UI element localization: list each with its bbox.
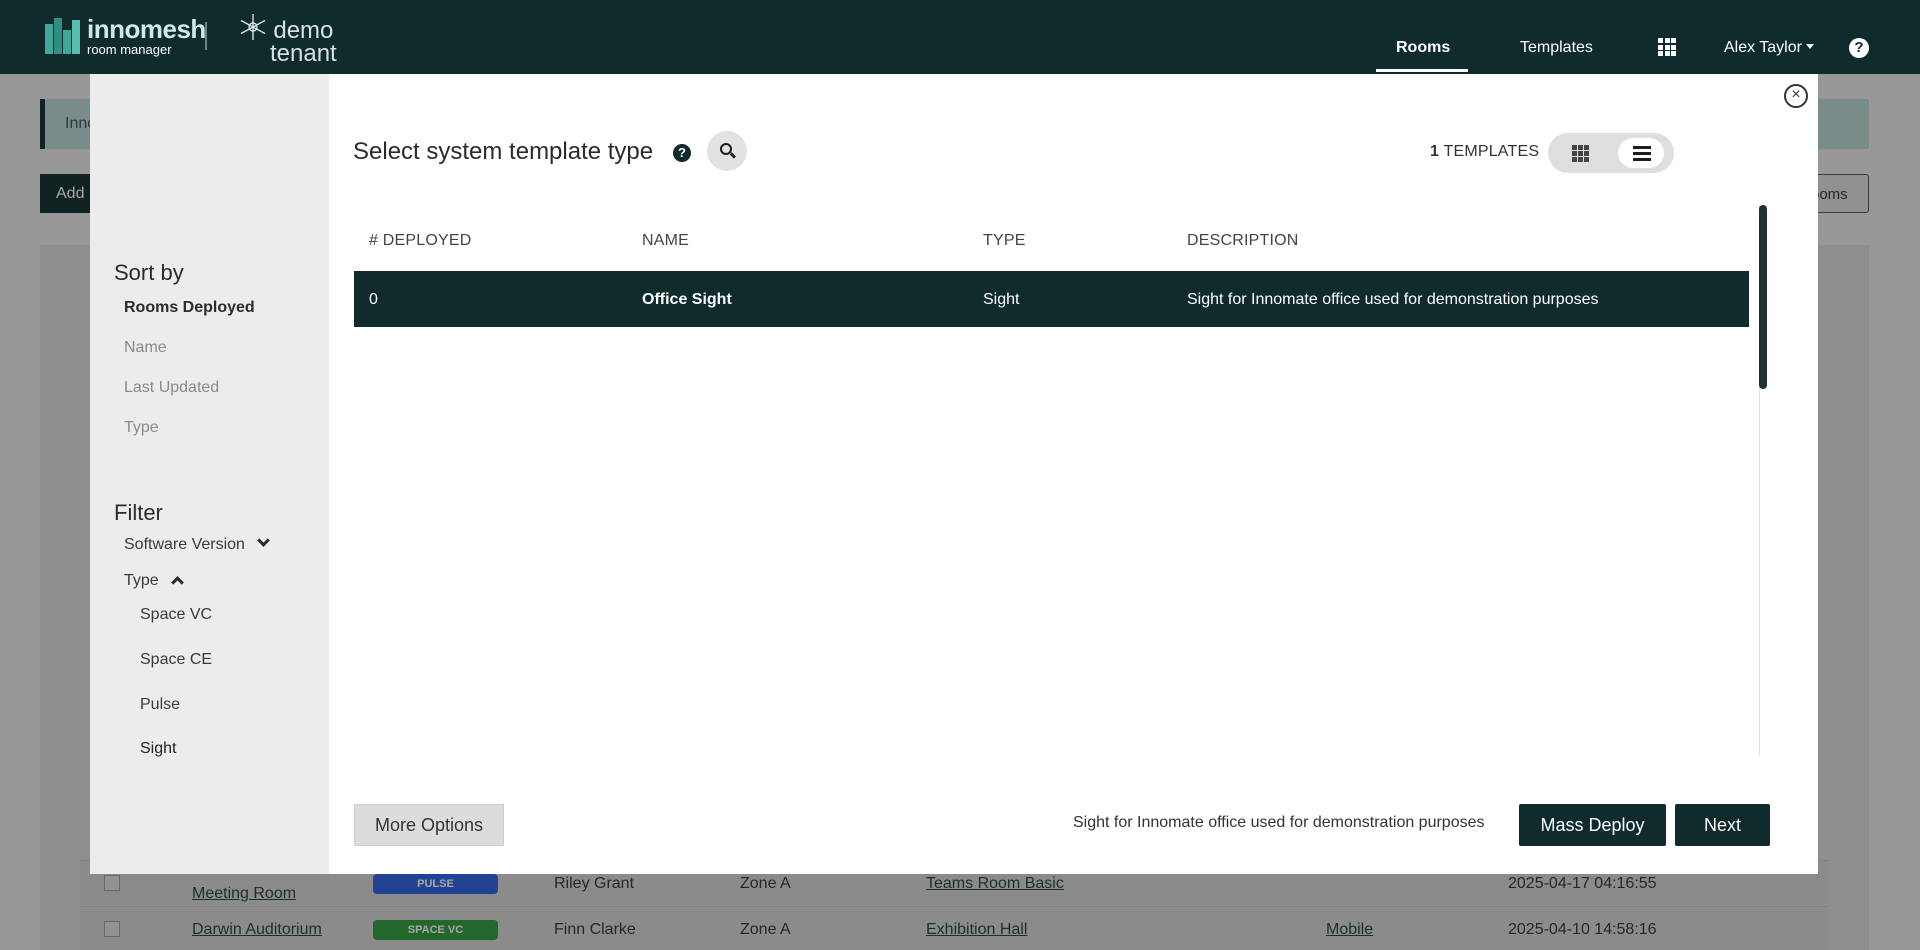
cell-type: Sight: [983, 291, 1020, 308]
nav-rooms[interactable]: Rooms: [1396, 39, 1450, 57]
select-template-modal: Sort by Rooms Deployed Name Last Updated…: [90, 74, 1818, 874]
selected-template-description: Sight for Innomate office used for demon…: [1073, 814, 1485, 831]
caret-down-icon: [1805, 44, 1814, 49]
filter-type-sight[interactable]: Sight: [140, 740, 176, 758]
top-navbar: innomesh room manager demo tenant Rooms …: [0, 0, 1920, 74]
filter-type-space-ce[interactable]: Space CE: [140, 651, 212, 669]
template-count: 1 TEMPLATES: [1430, 143, 1539, 161]
view-toggle: [1548, 133, 1674, 173]
list-view-icon: [1633, 146, 1651, 149]
sort-last-updated[interactable]: Last Updated: [124, 379, 219, 397]
cell-name: Office Sight: [642, 291, 732, 308]
filter-software-version-label: Software Version: [124, 536, 245, 553]
sort-heading: Sort by: [114, 260, 184, 285]
logo-mark-icon: [45, 18, 81, 54]
filter-heading: Filter: [114, 500, 163, 525]
header-deployed[interactable]: # DEPLOYED: [369, 232, 471, 250]
user-menu[interactable]: Alex Taylor: [1724, 39, 1814, 57]
template-count-label: TEMPLATES: [1443, 143, 1540, 160]
header-name[interactable]: NAME: [642, 232, 689, 250]
sort-type[interactable]: Type: [124, 419, 159, 437]
user-name: Alex Taylor: [1724, 39, 1802, 56]
header-description[interactable]: DESCRIPTION: [1187, 232, 1299, 250]
filter-software-version[interactable]: Software Version: [124, 534, 270, 554]
scrollbar-thumb[interactable]: [1759, 205, 1767, 389]
filter-type-pulse[interactable]: Pulse: [140, 696, 180, 714]
mass-deploy-button[interactable]: Mass Deploy: [1519, 804, 1666, 846]
sort-name[interactable]: Name: [124, 339, 167, 357]
header-type[interactable]: TYPE: [983, 232, 1026, 250]
modal-sidebar: Sort by Rooms Deployed Name Last Updated…: [90, 74, 329, 874]
nav-templates[interactable]: Templates: [1520, 39, 1593, 57]
tenant-line-2: tenant: [270, 40, 337, 67]
next-button[interactable]: Next: [1675, 804, 1770, 846]
template-count-number: 1: [1430, 143, 1440, 160]
snowflake-icon: [240, 14, 266, 40]
innomesh-logo[interactable]: innomesh room manager: [45, 16, 206, 56]
cell-deployed: 0: [369, 291, 378, 308]
grid-view-icon[interactable]: [1572, 145, 1590, 162]
modal-title: Select system template type: [353, 138, 654, 165]
logo-divider: [205, 22, 207, 50]
filter-type[interactable]: Type: [124, 572, 184, 590]
brand-name: innomesh: [87, 14, 206, 44]
more-options-button[interactable]: More Options: [354, 804, 504, 846]
template-row[interactable]: 0 Office Sight Sight Sight for Innomate …: [354, 271, 1749, 327]
question-circle-icon[interactable]: ?: [673, 144, 691, 162]
search-button[interactable]: [707, 131, 747, 171]
list-view-button[interactable]: [1618, 138, 1664, 168]
chevron-up-icon: [170, 576, 184, 589]
active-tab-indicator: [1376, 69, 1468, 72]
tenant-logo: demo tenant: [238, 12, 337, 67]
apps-grid-icon[interactable]: [1658, 38, 1676, 56]
chevron-down-icon: [257, 534, 270, 547]
tenant-line-1: demo: [273, 17, 334, 44]
close-icon[interactable]: ×: [1784, 84, 1808, 108]
cell-description: Sight for Innomate office used for demon…: [1187, 291, 1599, 308]
sort-rooms-deployed[interactable]: Rooms Deployed: [124, 299, 255, 317]
search-icon-handle: [729, 152, 737, 159]
brand-subtitle: room manager: [87, 42, 172, 57]
help-icon[interactable]: ?: [1849, 38, 1869, 58]
filter-type-space-vc[interactable]: Space VC: [140, 606, 212, 624]
filter-type-label: Type: [124, 572, 159, 589]
